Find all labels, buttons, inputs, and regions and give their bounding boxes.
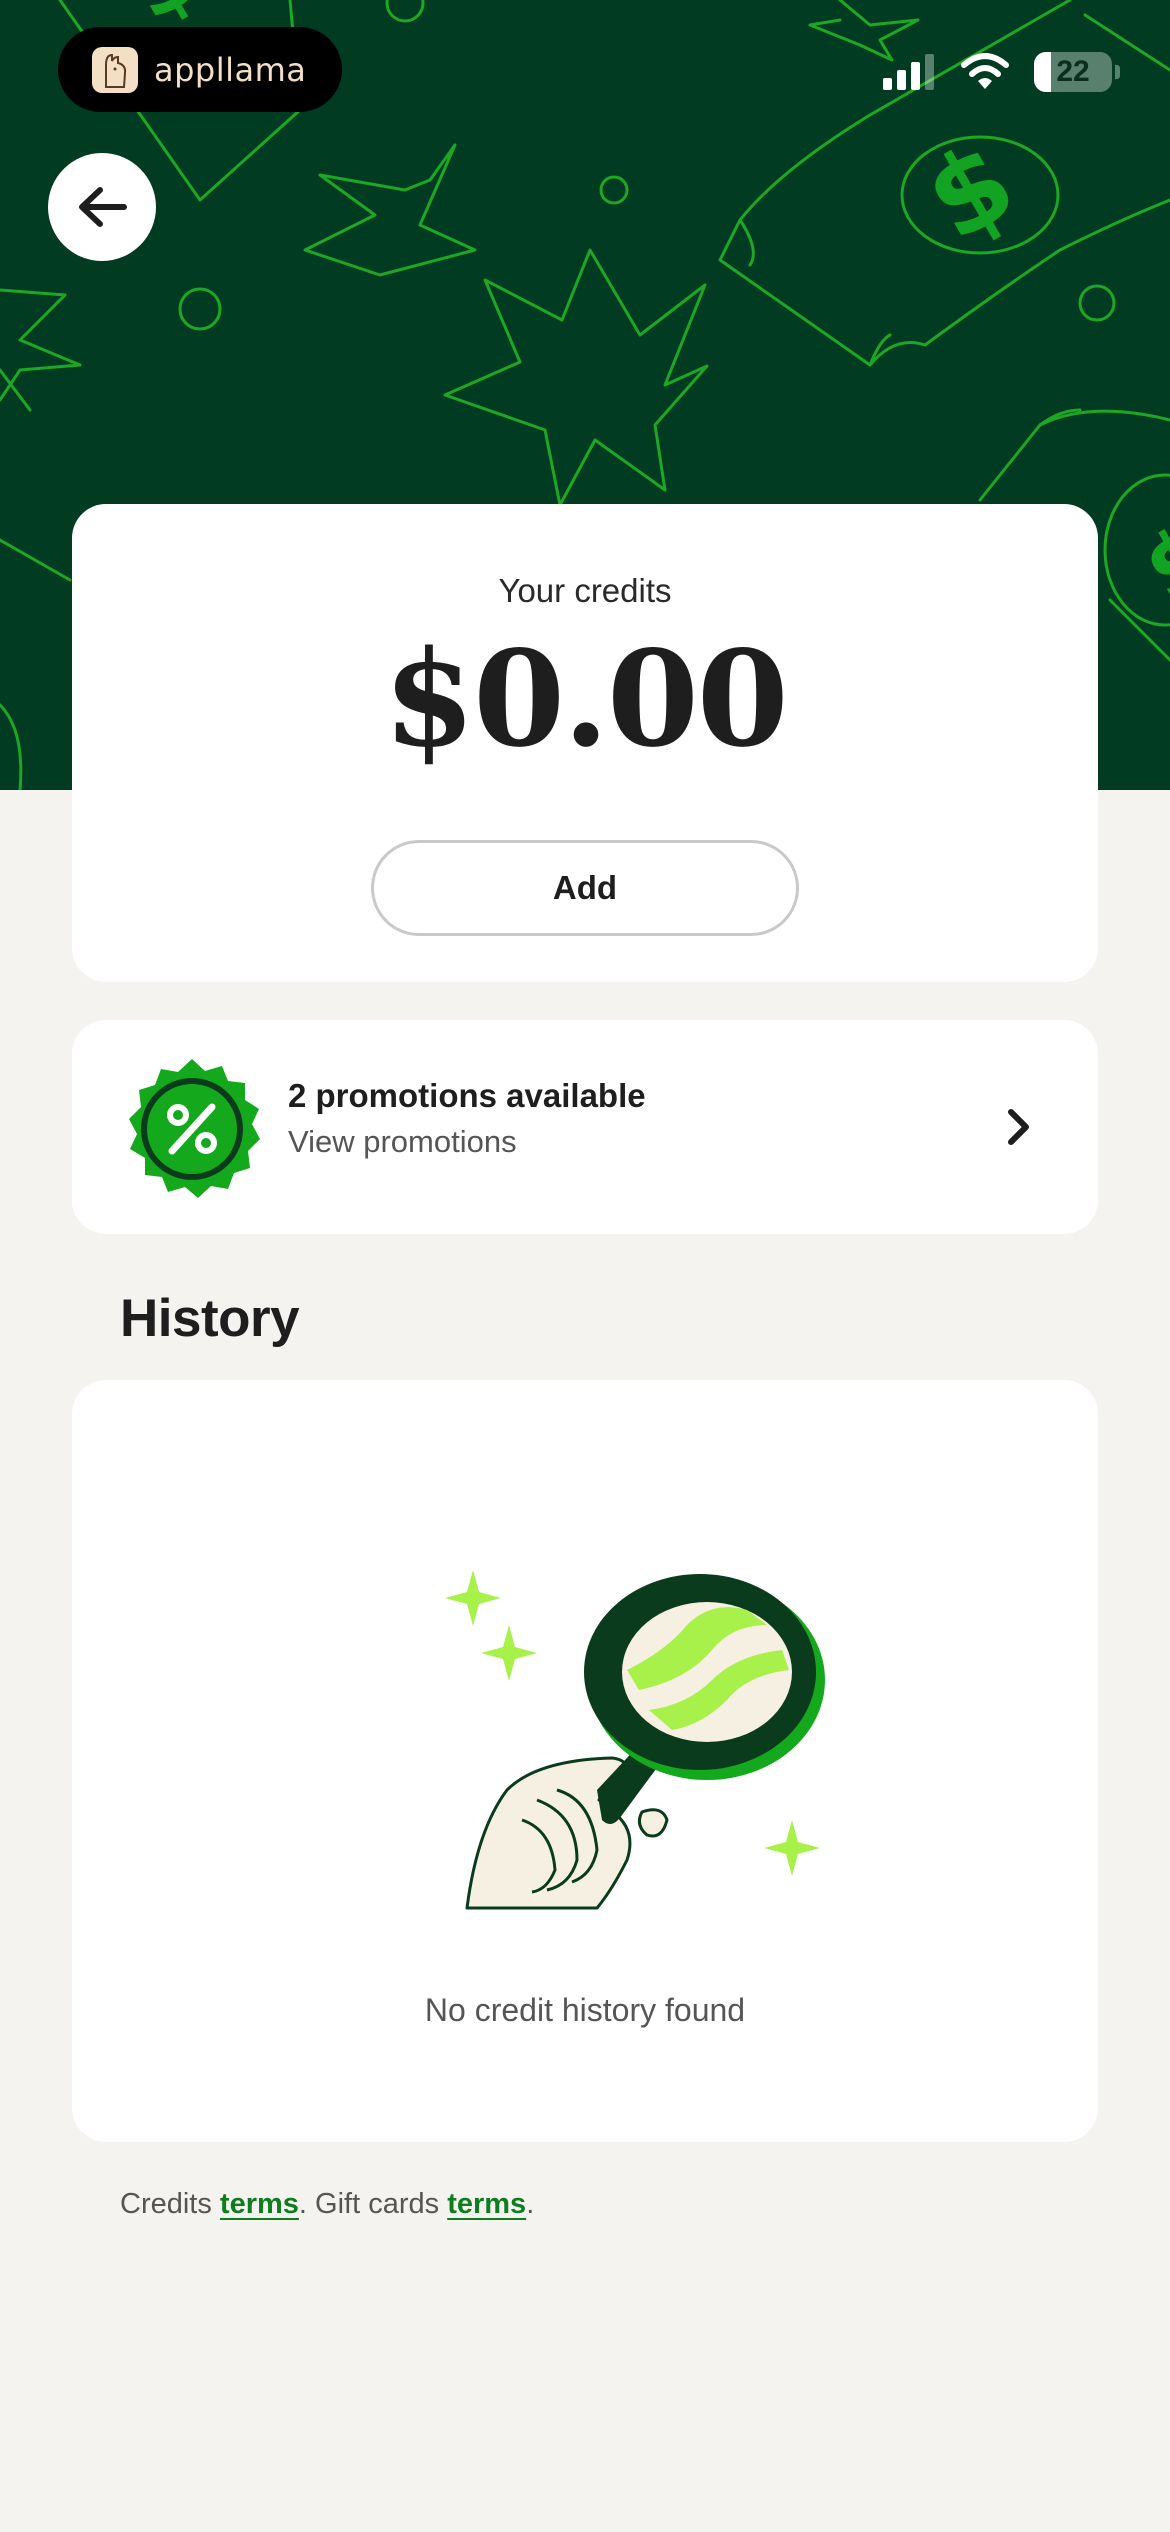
- credits-terms-link[interactable]: terms: [220, 2188, 299, 2220]
- gift-cards-terms-link[interactable]: terms: [447, 2188, 526, 2220]
- app-name: appllama: [154, 50, 307, 89]
- svg-text:$: $: [905, 117, 1035, 266]
- promotions-card[interactable]: 2 promotions available View promotions: [72, 1020, 1098, 1234]
- history-card: No credit history found: [72, 1380, 1098, 2142]
- back-button[interactable]: [48, 153, 156, 261]
- terms-footer: Credits terms. Gift cards terms.: [120, 2188, 534, 2221]
- back-arrow-icon: [79, 187, 127, 227]
- svg-text:$: $: [1127, 503, 1170, 625]
- magnifier-illustration: [445, 1570, 825, 1910]
- signal-icon: [883, 54, 934, 90]
- percent-badge-icon: [129, 1059, 260, 1198]
- footer-suffix: .: [526, 2188, 535, 2220]
- promotions-title: 2 promotions available: [288, 1077, 646, 1114]
- empty-history-text: No credit history found: [424, 1992, 746, 2028]
- chevron-right-icon[interactable]: [1006, 1108, 1032, 1146]
- status-bar: 22: [883, 52, 1120, 92]
- add-credits-button[interactable]: Add: [371, 840, 799, 936]
- wifi-icon: [961, 53, 1009, 89]
- battery-level: 22: [1056, 55, 1090, 88]
- history-heading: History: [120, 1289, 300, 1348]
- gift-cards-prefix: . Gift cards: [298, 2188, 448, 2220]
- credits-card: Your credits $0.00 Add: [72, 504, 1098, 982]
- battery-icon: 22: [1034, 52, 1112, 92]
- view-promotions-link[interactable]: View promotions: [288, 1124, 517, 1160]
- llama-logo-icon: [92, 46, 138, 93]
- app-badge: appllama: [58, 27, 342, 112]
- credits-label: Your credits: [498, 572, 672, 609]
- credits-amount: $0.00: [383, 622, 788, 777]
- credits-terms-prefix: Credits: [120, 2188, 220, 2220]
